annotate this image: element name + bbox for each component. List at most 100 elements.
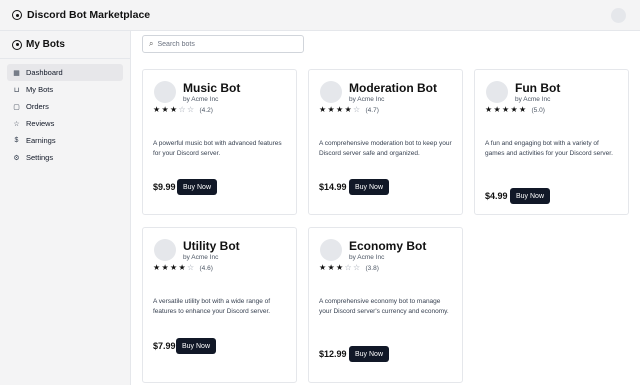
bot-card-utility: Utility Bot by Acme Inc ★ ★ ★ ★ ☆ (4.6) A ve… (142, 227, 297, 383)
star-icon: ★ (336, 105, 344, 114)
star-icon: ★ (161, 263, 169, 272)
bot-price: $14.99 (319, 182, 347, 192)
bot-name: Economy Bot (349, 239, 427, 253)
star-rating: ★ ★ ★ ★ ☆ (4.7) (319, 106, 379, 114)
rating-score: (4.6) (199, 264, 213, 272)
bot-avatar (320, 239, 342, 261)
star-icon: ★ (502, 105, 510, 114)
grid-icon: ▦ (13, 69, 20, 77)
brand[interactable]: Discord Bot Marketplace (12, 9, 150, 21)
rating-score: (4.2) (199, 106, 213, 114)
sidebar-item-label: My Bots (26, 85, 54, 94)
star-icon: ☆ (353, 105, 361, 114)
bot-card-moderation: Moderation Bot by Acme Inc ★ ★ ★ ★ ☆ (4.7) A… (308, 69, 463, 215)
bot-description: A versatile utility bot with a wide rang… (153, 298, 271, 315)
sidebar-item-dashboard[interactable]: ▦ Dashboard (7, 64, 123, 81)
bot-author: by Acme Inc (515, 96, 551, 103)
search-icon: ⌕ (149, 39, 154, 48)
rating-score: (3.8) (365, 264, 379, 272)
star-icon: ★ (344, 105, 352, 114)
star-rating: ★ ★ ★ ★ ★ (5.0) (485, 106, 545, 114)
search-box[interactable]: ⌕ (142, 35, 304, 53)
buy-now-button[interactable]: Buy Now (177, 179, 218, 195)
sidebar-item-reviews[interactable]: ☆ Reviews (7, 115, 123, 132)
bot-description: A comprehensive economy bot to manage yo… (319, 298, 449, 315)
bot-avatar (154, 239, 176, 261)
sidebar-item-settings[interactable]: ⚙ Settings (7, 149, 123, 166)
sidebar-nav: ▦ Dashboard ⊔ My Bots ▢ Orders ☆ Reviews… (0, 59, 130, 166)
star-icon: ☆ (353, 263, 361, 272)
star-icon: ☆ (13, 120, 20, 128)
bot-price: $7.99 (153, 341, 176, 351)
star-icon: ★ (485, 105, 493, 114)
bot-author: by Acme Inc (349, 254, 385, 261)
sidebar-title: My Bots (26, 39, 65, 50)
star-icon: ★ (510, 105, 518, 114)
bot-name: Fun Bot (515, 81, 561, 95)
sidebar-item-earnings[interactable]: $ Earnings (7, 132, 123, 149)
star-icon: ☆ (344, 263, 352, 272)
star-icon: ★ (153, 105, 161, 114)
sidebar: My Bots ▦ Dashboard ⊔ My Bots ▢ Orders ☆… (0, 31, 131, 385)
star-icon: ★ (327, 105, 335, 114)
bot-author: by Acme Inc (183, 254, 219, 261)
rating-score: (4.7) (365, 106, 379, 114)
main-content: ⌕ Music Bot by Acme Inc ★★★☆☆ (4.2) A po… (131, 31, 640, 385)
bot-description: A comprehensive moderation bot to keep y… (319, 140, 452, 157)
gear-icon: ⚙ (13, 154, 20, 162)
sidebar-logo-icon (12, 39, 22, 50)
bot-author: by Acme Inc (183, 96, 219, 103)
buy-now-button[interactable]: Buy Now (510, 188, 551, 204)
sidebar-item-my-bots[interactable]: ⊔ My Bots (7, 81, 123, 98)
star-icon: ☆ (187, 105, 195, 114)
top-bar: Discord Bot Marketplace (0, 0, 640, 31)
star-rating: ★ ★ ★ ☆ ☆ (4.2) (153, 106, 213, 114)
sidebar-item-label: Reviews (26, 119, 55, 128)
bot-card-economy: Economy Bot by Acme Inc ★ ★ ★ ☆ ☆ (3.8) A co… (308, 227, 463, 383)
buy-now-button[interactable]: Buy Now (349, 179, 390, 195)
star-icon: ☆ (187, 263, 195, 272)
bot-avatar (320, 81, 342, 103)
star-icon: ★ (319, 263, 327, 272)
sidebar-header: My Bots (0, 31, 130, 59)
bot-description: A fun and engaging bot with a variety of… (485, 140, 613, 157)
star-icon: ★ (327, 263, 335, 272)
star-icon: ★ (161, 105, 169, 114)
dollar-icon: $ (14, 137, 19, 144)
shopping-bag-icon: ⊔ (13, 86, 20, 94)
star-icon: ☆ (178, 105, 186, 114)
star-icon: ★ (519, 105, 527, 114)
app-title: Discord Bot Marketplace (27, 9, 151, 21)
rating-score: (5.0) (531, 106, 545, 114)
bot-price: $4.99 (485, 191, 508, 201)
buy-now-button[interactable]: Buy Now (349, 346, 390, 362)
star-icon: ★ (493, 105, 501, 114)
star-icon: ★ (319, 105, 327, 114)
bot-card-fun: Fun Bot by Acme Inc ★ ★ ★ ★ ★ (5.0) A fun an… (474, 69, 629, 215)
sidebar-item-label: Dashboard (26, 68, 63, 77)
sidebar-item-label: Earnings (26, 136, 56, 145)
star-icon: ★ (336, 263, 344, 272)
star-icon: ★ (178, 263, 186, 272)
bot-author: by Acme Inc (349, 96, 385, 103)
bot-price: $12.99 (319, 349, 347, 359)
star-icon: ★ (170, 263, 178, 272)
sidebar-item-label: Orders (26, 102, 49, 111)
bot-description: A powerful music bot with advanced featu… (153, 140, 282, 157)
buy-now-button[interactable]: Buy Now (176, 338, 217, 354)
bot-name: Music Bot (183, 81, 241, 95)
user-avatar[interactable] (611, 8, 626, 23)
sidebar-item-orders[interactable]: ▢ Orders (7, 98, 123, 115)
logo-icon (12, 10, 22, 20)
star-rating: ★ ★ ★ ☆ ☆ (3.8) (319, 264, 379, 272)
bot-avatar (486, 81, 508, 103)
package-icon: ▢ (13, 103, 20, 111)
sidebar-item-label: Settings (26, 153, 54, 162)
search-input[interactable] (157, 40, 288, 48)
bot-name: Utility Bot (183, 239, 240, 253)
bot-price: $9.99 (153, 182, 176, 192)
star-icon: ★ (170, 105, 178, 114)
star-icon: ★ (153, 263, 161, 272)
star-rating: ★ ★ ★ ★ ☆ (4.6) (153, 264, 213, 272)
bot-name: Moderation Bot (349, 81, 437, 95)
